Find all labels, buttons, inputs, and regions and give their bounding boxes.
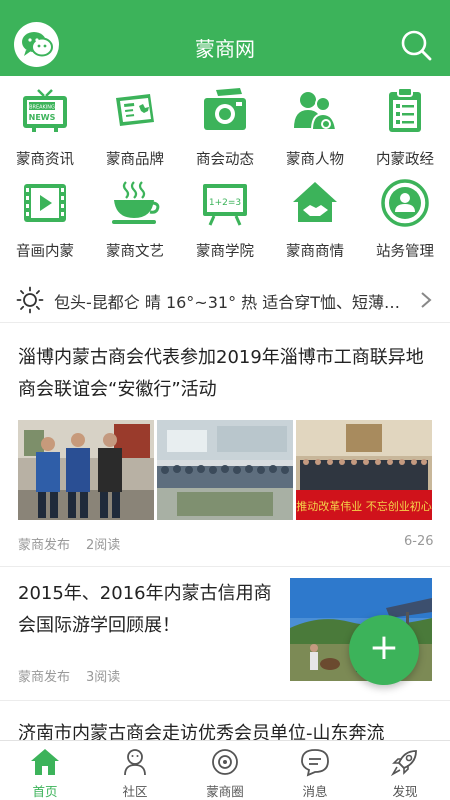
tea-cup-icon: [110, 178, 160, 228]
app-screen: 蒙商网 BREAKING NEWS 蒙商资讯 蒙商品牌 商会动态 蒙商人物 内蒙…: [0, 0, 450, 800]
category-label: 内蒙政经: [376, 152, 434, 168]
category-label: 蒙商商情: [286, 244, 344, 260]
nav-discover[interactable]: 发现: [360, 741, 450, 800]
nav-label: 消息: [302, 784, 328, 799]
house-handshake-icon: [290, 178, 340, 228]
weather-bar[interactable]: 包头-昆都仑 晴 16°~31° 热 适合穿T恤、短薄外套等夏季服装: [0, 280, 450, 320]
user-circle-icon: [380, 178, 430, 228]
svg-text:NEWS: NEWS: [29, 113, 56, 122]
category-academy[interactable]: 1+2=3 蒙商学院: [180, 176, 270, 268]
people-icon: [290, 86, 340, 136]
category-label: 蒙商人物: [286, 152, 344, 168]
category-people[interactable]: 蒙商人物: [270, 84, 360, 176]
divider: [0, 566, 450, 567]
rocket-icon: [390, 747, 420, 777]
category-politics[interactable]: 内蒙政经: [360, 84, 450, 176]
home-icon: [30, 747, 60, 777]
category-brand[interactable]: 蒙商品牌: [90, 84, 180, 176]
nav-circle[interactable]: 蒙商圈: [180, 741, 270, 800]
article-source: 蒙商发布: [18, 538, 71, 553]
circle-icon: [210, 747, 240, 777]
category-label: 蒙商品牌: [106, 152, 164, 168]
category-row: BREAKING NEWS 蒙商资讯 蒙商品牌 商会动态 蒙商人物 内蒙政经: [0, 84, 450, 176]
category-row: 音画内蒙 蒙商文艺 1+2=3 蒙商学院 蒙商商情 站务管理: [0, 176, 450, 268]
article-reads: 3阅读: [86, 670, 121, 685]
category-label: 音画内蒙: [16, 244, 74, 260]
category-media[interactable]: 音画内蒙: [0, 176, 90, 268]
group-photo: [18, 420, 154, 520]
plus-icon: +: [368, 627, 400, 668]
category-label: 商会动态: [196, 152, 254, 168]
app-title: 蒙商网: [195, 37, 255, 61]
brand-card-icon: [110, 86, 160, 136]
blackboard-icon: 1+2=3: [200, 178, 250, 228]
bottom-nav: 首页 社区 蒙商圈 消息 发现: [0, 740, 450, 800]
category-label: 蒙商学院: [196, 244, 254, 260]
nav-community[interactable]: 社区: [90, 741, 180, 800]
category-art[interactable]: 蒙商文艺: [90, 176, 180, 268]
category-news[interactable]: BREAKING NEWS 蒙商资讯: [0, 84, 90, 176]
nav-label: 发现: [392, 784, 418, 799]
clipboard-list-icon: [380, 86, 430, 136]
article-title[interactable]: 淄博内蒙古商会代表参加2019年淄博市工商联异地商会联谊会“安徽行”活动: [18, 342, 438, 406]
crowd-photo: [157, 420, 293, 520]
nav-label: 首页: [32, 784, 58, 799]
article-title[interactable]: 2015年、2016年内蒙古信用商会国际游学回顾展！: [18, 578, 278, 642]
top-bar: 蒙商网: [0, 0, 450, 76]
category-label: 站务管理: [376, 244, 434, 260]
category-label: 蒙商资讯: [16, 152, 74, 168]
category-market[interactable]: 蒙商商情: [270, 176, 360, 268]
category-admin[interactable]: 站务管理: [360, 176, 450, 268]
category-dynamics[interactable]: 商会动态: [180, 84, 270, 176]
banner-group-photo: 推动改革伟业 不忘创业初心: [296, 420, 432, 520]
category-grid: BREAKING NEWS 蒙商资讯 蒙商品牌 商会动态 蒙商人物 内蒙政经 音…: [0, 84, 450, 268]
camera-icon: [200, 86, 250, 136]
add-button[interactable]: +: [349, 615, 419, 685]
nav-label: 蒙商圈: [206, 784, 244, 799]
breaking-news-tv-icon: BREAKING NEWS: [20, 86, 70, 136]
community-icon: [120, 747, 150, 777]
svg-text:1+2=3: 1+2=3: [209, 198, 241, 208]
nav-home[interactable]: 首页: [0, 741, 90, 800]
article-reads: 2阅读: [86, 538, 121, 553]
article-images[interactable]: 推动改革伟业 不忘创业初心: [18, 420, 432, 520]
svg-text:BREAKING: BREAKING: [29, 105, 55, 111]
nav-label: 社区: [122, 784, 148, 799]
chevron-right-icon[interactable]: [420, 291, 432, 309]
search-icon[interactable]: [399, 28, 433, 62]
article-source: 蒙商发布: [18, 670, 71, 685]
category-label: 蒙商文艺: [106, 244, 164, 260]
article-date: 6-26: [404, 534, 434, 549]
message-icon: [300, 747, 330, 777]
film-play-icon: [20, 178, 70, 228]
divider: [0, 700, 450, 701]
divider: [0, 322, 450, 323]
sun-icon: [16, 286, 44, 314]
nav-messages[interactable]: 消息: [270, 741, 360, 800]
banner-text: 推动改革伟业 不忘创业初心: [296, 499, 432, 513]
weather-text: 包头-昆都仑 晴 16°~31° 热 适合穿T恤、短薄外套等夏季服装: [54, 293, 414, 312]
